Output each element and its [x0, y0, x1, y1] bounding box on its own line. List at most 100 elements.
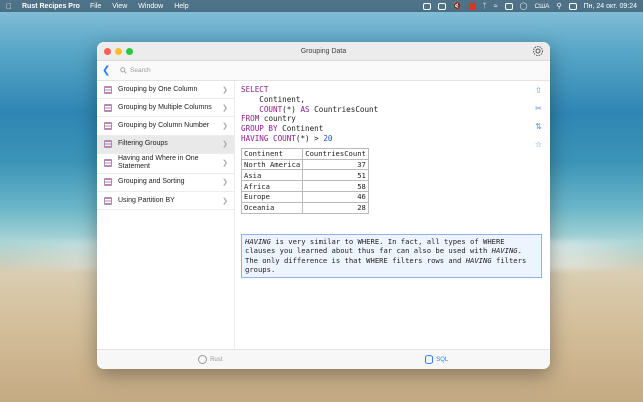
input-language[interactable]: США — [534, 3, 549, 10]
sidebar: Grouping by One Column ❯ Grouping by Mul… — [97, 81, 235, 349]
share-icon[interactable]: ⇧ — [534, 86, 543, 95]
note-term: HAVING — [245, 236, 271, 246]
chat-icon[interactable] — [437, 2, 446, 10]
code-keyword: GROUP BY — [241, 124, 278, 134]
menu-view[interactable]: View — [112, 3, 127, 10]
code-keyword: FROM — [241, 114, 260, 124]
document-icon — [104, 103, 112, 112]
code-text: (*) > — [295, 133, 324, 143]
note-text: is very similar to WHERE. In fact, all t… — [245, 236, 505, 256]
title-bar: Grouping Data — [97, 42, 550, 61]
chevron-right-icon: ❯ — [222, 179, 228, 187]
sidebar-item-partition-by[interactable]: Using Partition BY ❯ — [97, 192, 234, 211]
code-keyword: SELECT — [241, 85, 269, 94]
chevron-right-icon: ❯ — [222, 122, 228, 130]
table-cell: 28 — [302, 201, 369, 214]
result-table: Continent CountriesCount North America 3… — [240, 147, 369, 214]
wifi-icon[interactable]: ≈ — [494, 3, 498, 10]
table-header: CountriesCount — [302, 147, 369, 160]
table-cell: 37 — [302, 158, 369, 171]
document-icon — [104, 178, 112, 187]
table-row: Oceania 28 — [240, 201, 369, 214]
bottom-tab-bar: Rust SQL — [97, 349, 550, 369]
status-area: 🔇 ᛉ ≈ ◯ США ⚲ Пн, 24 окт. 09:24 — [422, 2, 637, 10]
sidebar-item-grouping-column-number[interactable]: Grouping by Column Number ❯ — [97, 117, 234, 136]
document-icon — [104, 140, 112, 149]
sidebar-item-filtering-groups[interactable]: Filtering Groups ❯ — [97, 135, 234, 154]
table-header: Continent — [240, 147, 304, 160]
rust-icon — [198, 355, 208, 364]
scissors-icon[interactable]: ✂ — [534, 104, 543, 113]
close-button[interactable] — [104, 48, 111, 55]
chevron-right-icon: ❯ — [222, 141, 228, 149]
table-header-row: Continent CountriesCount — [240, 147, 369, 160]
table-cell: 51 — [302, 169, 369, 182]
apple-icon[interactable]:  — [6, 2, 12, 11]
star-icon[interactable]: ☆ — [534, 140, 543, 149]
tab-label: Rust — [210, 356, 223, 363]
code-keyword: AS — [300, 104, 310, 114]
search-placeholder: Search — [130, 67, 151, 74]
tab-label: SQL — [436, 356, 449, 363]
sidebar-item-having-where[interactable]: Having and Where in One Statement ❯ — [97, 154, 234, 174]
code-function: COUNT — [241, 104, 283, 114]
tab-sql[interactable]: SQL — [324, 355, 551, 364]
menu-file[interactable]: File — [90, 3, 101, 10]
sidebar-item-grouping-multiple-columns[interactable]: Grouping by Multiple Columns ❯ — [97, 99, 234, 118]
tool-column: ⇧ ✂ ⇅ ☆ — [534, 86, 543, 149]
sidebar-item-grouping-one-column[interactable]: Grouping by One Column ❯ — [97, 81, 234, 100]
table-row: Europe 46 — [240, 190, 369, 203]
document-icon — [104, 121, 112, 130]
menu-bar:  Rust Recipes Pro File View Window Help… — [0, 0, 643, 12]
bluetooth-icon[interactable]: ᛉ — [483, 3, 487, 10]
window-title: Grouping Data — [300, 47, 347, 55]
menu-window[interactable]: Window — [138, 3, 163, 10]
gear-icon[interactable] — [532, 45, 544, 57]
table-row: Asia 51 — [240, 169, 369, 182]
clock[interactable]: Пн, 24 окт. 09:24 — [584, 3, 637, 10]
table-cell: Oceania — [240, 201, 304, 214]
back-chevron-icon[interactable]: ❮ — [102, 65, 112, 77]
chevron-right-icon: ❯ — [222, 160, 228, 168]
app-menu[interactable]: Rust Recipes Pro — [22, 3, 80, 10]
table-cell: 58 — [302, 180, 369, 192]
user-icon[interactable]: ◯ — [520, 2, 528, 10]
menu-help[interactable]: Help — [174, 3, 188, 10]
main-panel: SELECT Continent, COUNT(*) AS CountriesC… — [235, 81, 550, 349]
code-text: Continent, — [241, 94, 306, 104]
sidebar-item-grouping-sorting[interactable]: Grouping and Sorting ❯ — [97, 174, 234, 192]
control-center-icon[interactable] — [568, 2, 577, 10]
database-icon — [425, 355, 434, 364]
code-number: 20 — [323, 133, 333, 143]
screen-icon[interactable] — [422, 2, 431, 10]
window-controls — [104, 48, 133, 55]
table-cell: Europe — [240, 190, 304, 203]
record-icon[interactable] — [468, 2, 476, 10]
code-function: COUNT — [268, 133, 296, 143]
document-icon — [104, 85, 112, 94]
code-keyword: HAVING — [241, 133, 269, 143]
code-text: Continent — [277, 124, 324, 134]
table-cell: 46 — [302, 190, 369, 203]
table-cell: Asia — [240, 169, 304, 182]
content-area: Grouping by One Column ❯ Grouping by Mul… — [97, 81, 550, 349]
sql-code-block: SELECT Continent, COUNT(*) AS CountriesC… — [241, 85, 550, 144]
chevron-right-icon: ❯ — [222, 104, 228, 112]
tab-rust[interactable]: Rust — [97, 355, 324, 364]
battery-icon[interactable] — [504, 2, 513, 10]
table-row: Africa 58 — [240, 180, 369, 192]
code-text: country — [259, 114, 296, 124]
code-text: (*) — [282, 104, 301, 114]
note-term: HAVING — [465, 255, 492, 265]
search-input[interactable]: Search — [120, 67, 151, 74]
table-cell: Africa — [240, 180, 304, 192]
table-row: North America 37 — [240, 158, 369, 171]
minimize-button[interactable] — [115, 48, 122, 55]
note-term: HAVING — [491, 246, 518, 256]
spotlight-icon[interactable]: ⚲ — [556, 2, 561, 10]
mute-icon[interactable]: 🔇 — [453, 2, 462, 10]
sort-icon[interactable]: ⇅ — [534, 122, 543, 131]
document-icon — [104, 159, 112, 168]
table-cell: North America — [240, 158, 304, 171]
maximize-button[interactable] — [126, 48, 133, 55]
